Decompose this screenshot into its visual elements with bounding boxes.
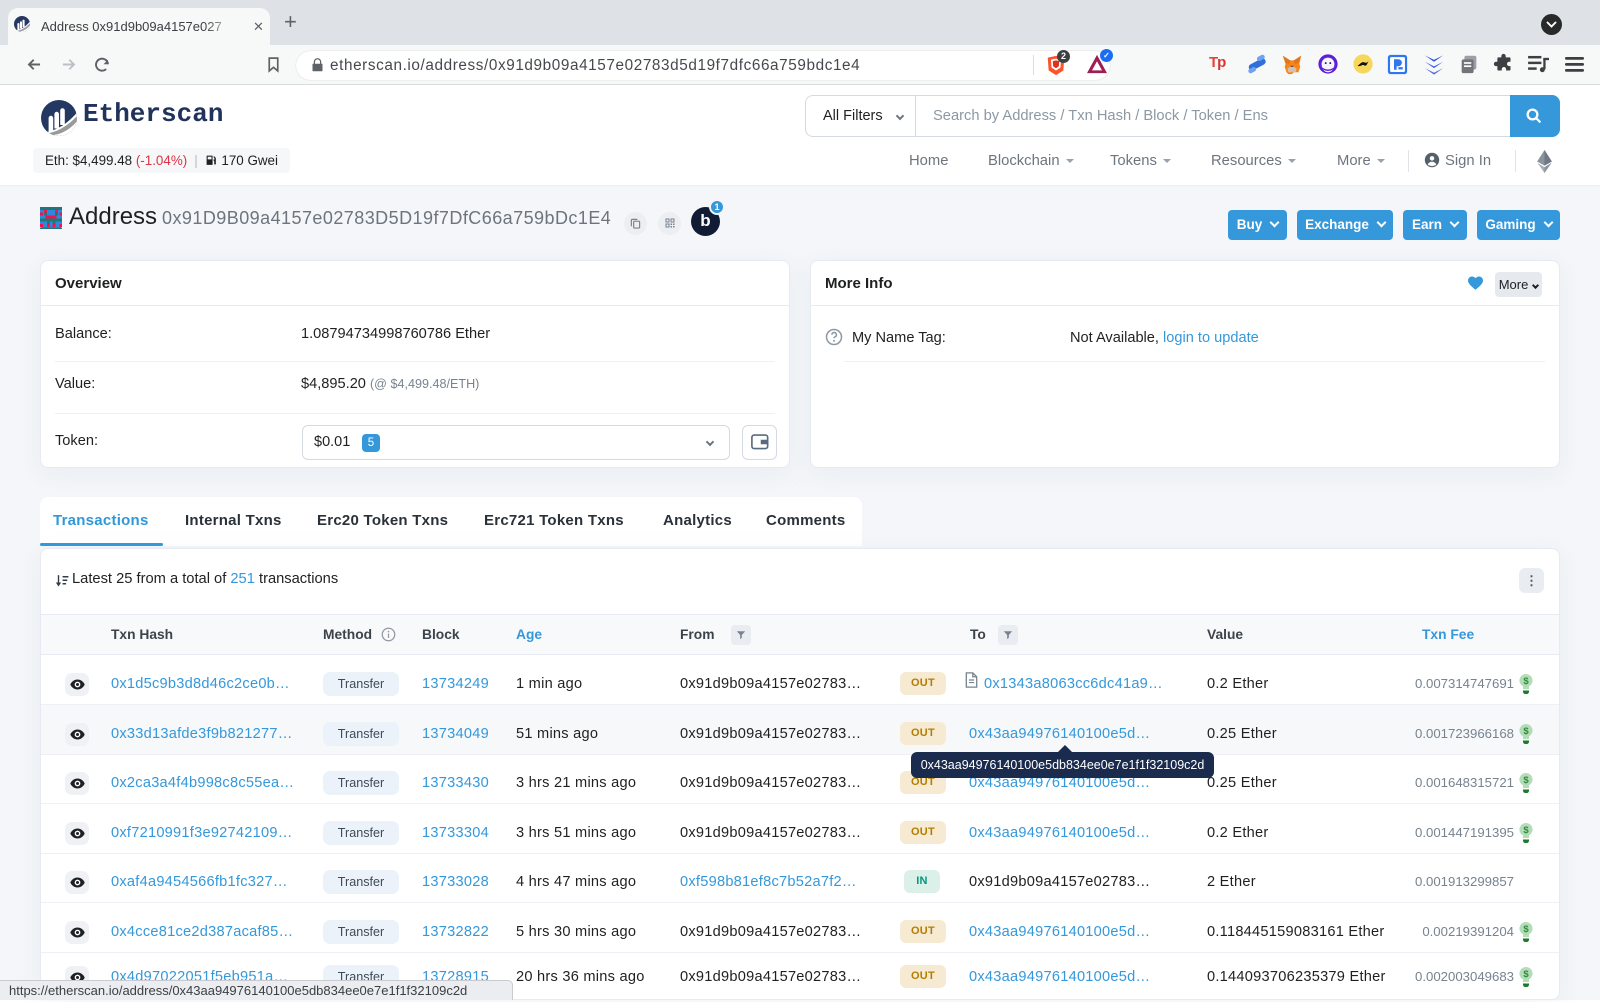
svg-text:$: $ [1523,825,1529,836]
svg-text:$: $ [1523,924,1529,935]
svg-text:$: $ [1523,676,1529,687]
svg-text:$: $ [1523,969,1529,980]
svg-text:$: $ [1523,775,1529,786]
svg-text:$: $ [1523,726,1529,737]
